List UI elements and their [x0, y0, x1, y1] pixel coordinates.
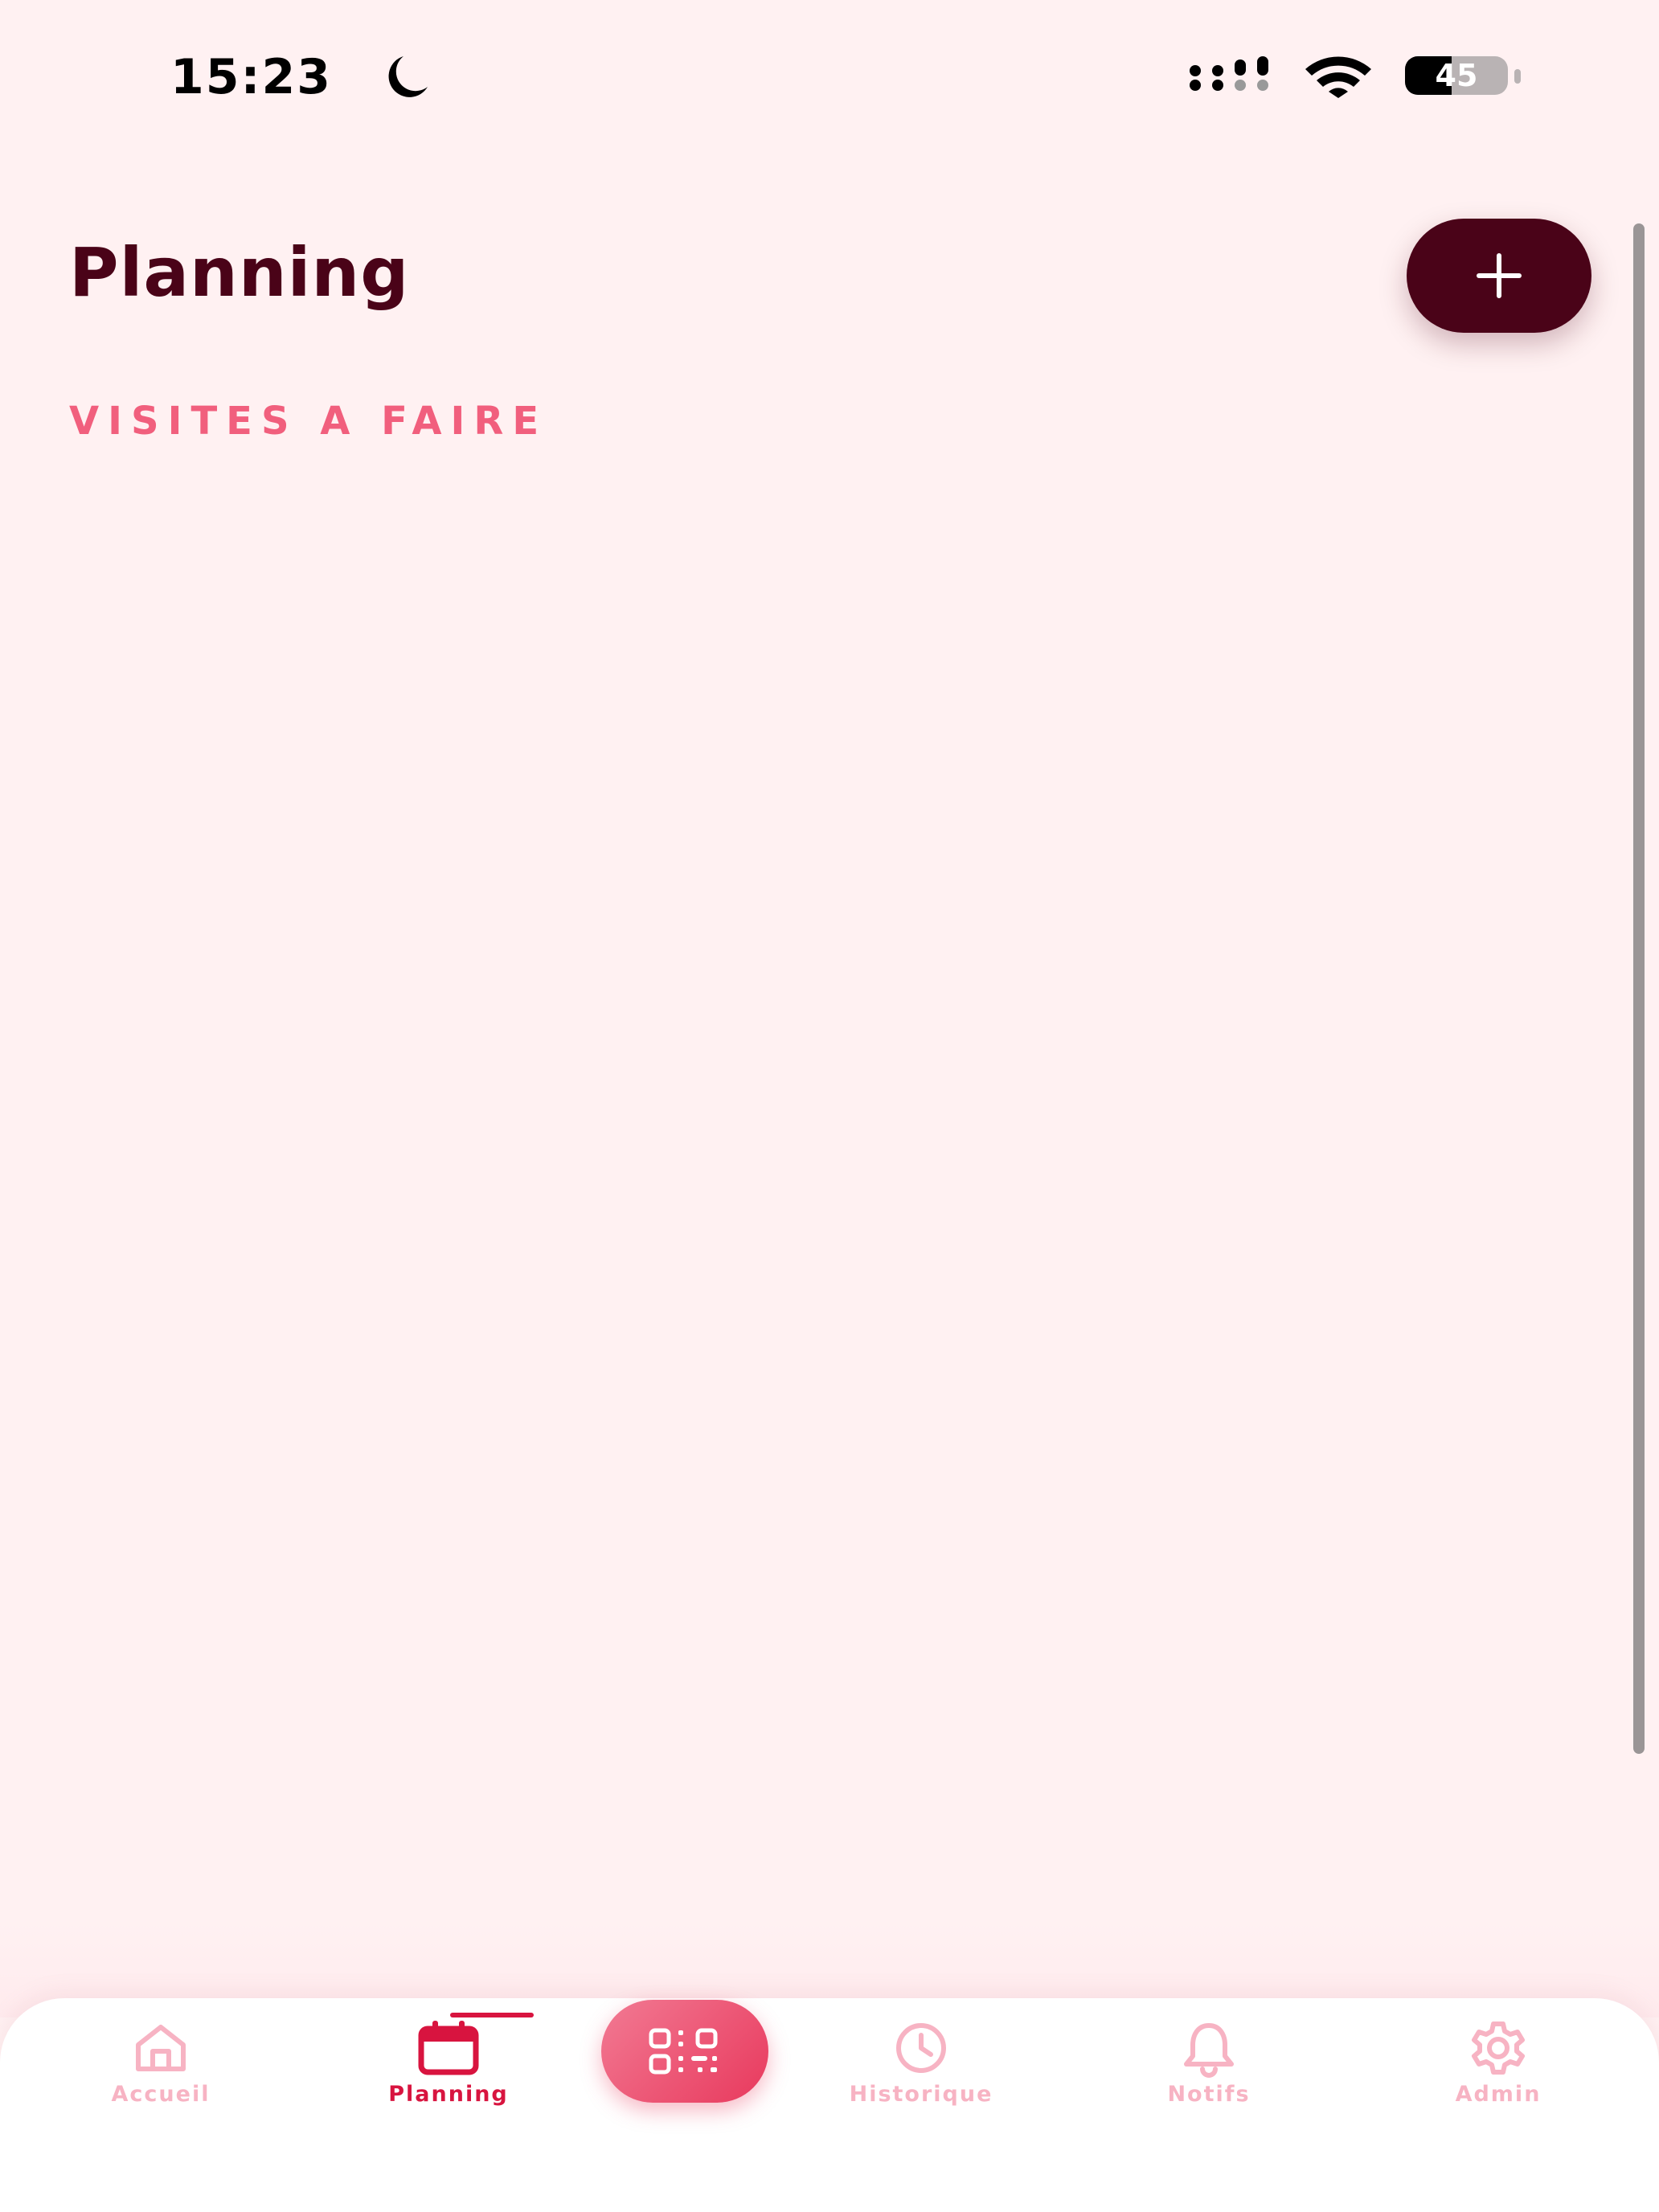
nav-label-accueil: Accueil: [111, 2082, 211, 2107]
add-visit-button[interactable]: [1407, 219, 1591, 333]
nav-item-notifs[interactable]: Notifs: [1104, 2017, 1313, 2114]
nav-item-accueil[interactable]: Accueil: [56, 2017, 265, 2114]
gear-icon: [1472, 2022, 1525, 2075]
battery-level: 45: [1435, 58, 1478, 93]
scrollbar[interactable]: [1633, 223, 1645, 1754]
scan-qr-button[interactable]: [601, 2000, 768, 2103]
calendar-icon: [418, 2021, 479, 2075]
plus-icon: [1477, 253, 1522, 298]
nav-item-planning[interactable]: Planning: [344, 2017, 553, 2114]
nav-item-admin[interactable]: Admin: [1394, 2017, 1603, 2114]
nav-label-notifs: Notifs: [1167, 2082, 1251, 2107]
status-time: 15:23: [170, 49, 332, 105]
page-title: Planning: [69, 233, 410, 312]
moon-icon: [388, 56, 428, 97]
battery-icon: 45: [1405, 56, 1508, 95]
bell-icon: [1184, 2023, 1234, 2078]
battery-cap: [1514, 69, 1521, 84]
wifi-icon: [1305, 56, 1371, 98]
nav-item-historique[interactable]: Historique: [817, 2017, 1026, 2114]
qr-code-icon: [649, 2028, 718, 2075]
nav-label-planning: Planning: [388, 2082, 509, 2107]
cellular-signal-icon: [1190, 56, 1268, 91]
nav-label-admin: Admin: [1455, 2082, 1542, 2107]
clock-icon: [896, 2023, 946, 2073]
section-title: VISITES A FAIRE: [69, 399, 548, 444]
home-icon: [136, 2025, 186, 2071]
nav-label-historique: Historique: [849, 2082, 993, 2107]
planning-screen: 15:23 45 Planning VISITES A FAIRE Accuei…: [0, 0, 1659, 2212]
